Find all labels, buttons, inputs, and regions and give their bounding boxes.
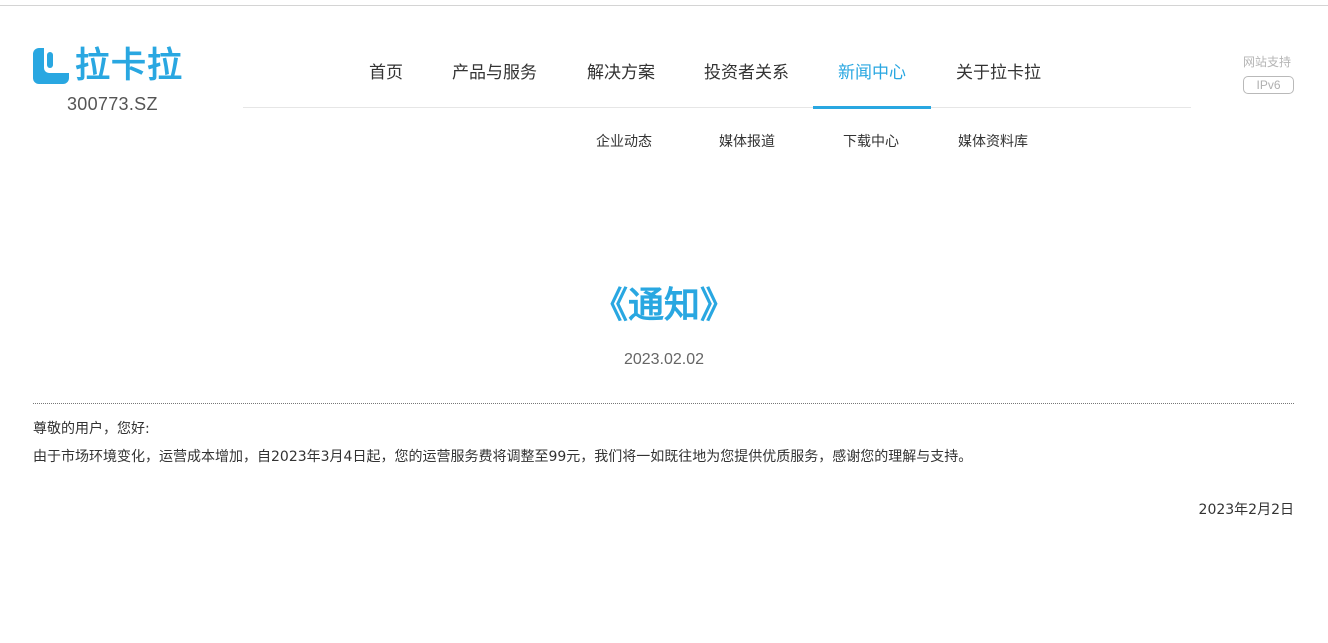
logo-mark-icon (33, 48, 69, 84)
stock-ticker: 300773.SZ (67, 94, 158, 114)
subnav-item-company-news[interactable]: 企业动态 (596, 133, 652, 151)
nav-item-investor-relations[interactable]: 投资者关系 (704, 62, 789, 84)
nav-item-products-services[interactable]: 产品与服务 (452, 62, 537, 84)
subnav-item-download-center[interactable]: 下载中心 (843, 133, 899, 151)
nav-item-home[interactable]: 首页 (369, 62, 403, 84)
article-greeting: 尊敬的用户，您好: (33, 421, 150, 437)
ipv6-badge: IPv6 (1243, 76, 1294, 94)
top-border (0, 5, 1328, 6)
brand-logo[interactable]: 拉卡拉 (33, 47, 183, 85)
nav-item-solutions[interactable]: 解决方案 (587, 62, 655, 84)
nav-active-indicator (813, 106, 931, 109)
nav-divider (243, 107, 1191, 108)
subnav-item-media-library[interactable]: 媒体资料库 (958, 133, 1028, 151)
article-date: 2023.02.02 (623, 351, 705, 368)
article-sign-date: 2023年2月2日 (1198, 502, 1294, 518)
brand-name: 拉卡拉 (75, 46, 184, 86)
nav-item-about[interactable]: 关于拉卡拉 (956, 62, 1041, 84)
article-body: 由于市场环境变化，运营成本增加，自2023年3月4日起，您的运营服务费将调整至9… (33, 449, 973, 465)
subnav-item-media-reports[interactable]: 媒体报道 (719, 133, 775, 151)
ipv6-support-label: 网站支持 (1243, 55, 1292, 69)
article-divider (33, 403, 1294, 404)
nav-item-news-center[interactable]: 新闻中心 (838, 62, 906, 84)
article-title: 《通知》 (591, 285, 736, 326)
